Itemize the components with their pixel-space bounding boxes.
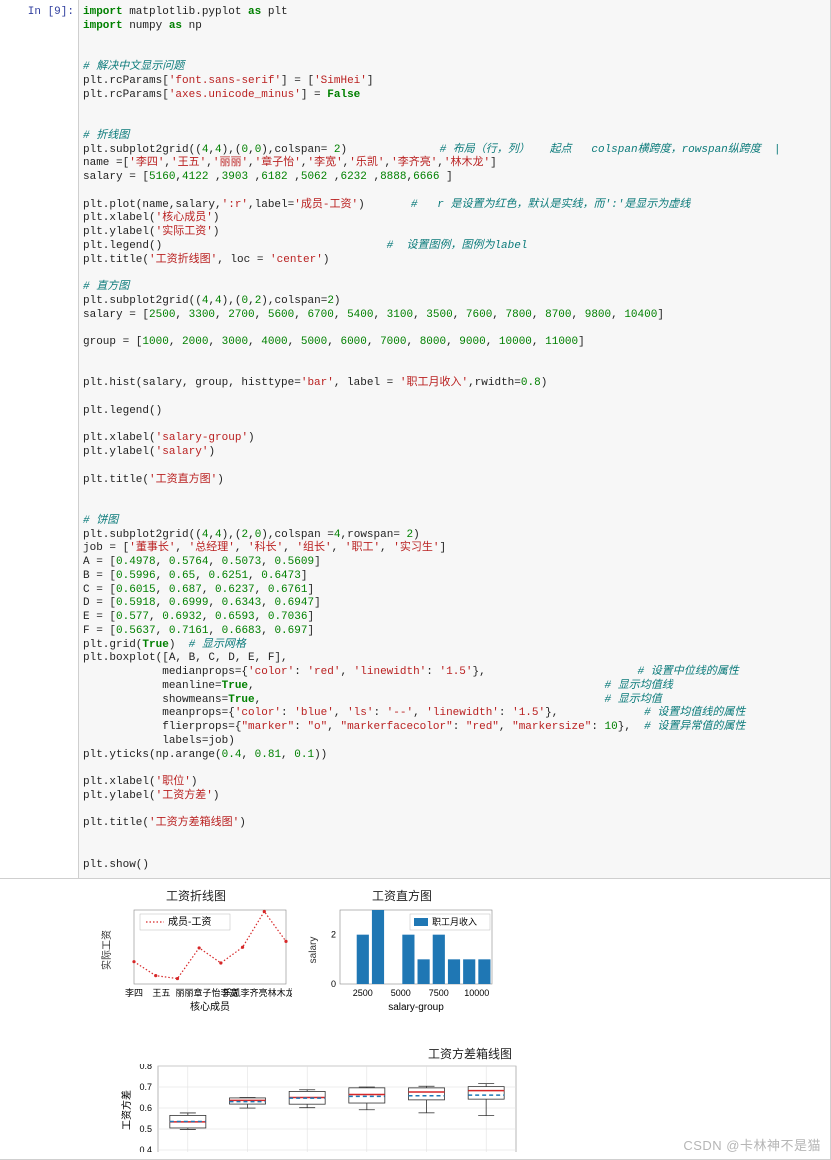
code-area[interactable]: import matplotlib.pyplot as plt import n… (78, 0, 830, 878)
histogram-chart: 工资直方图 salary 0 2 职工月收入 2500 5000 7500 10000 sala… (306, 887, 498, 1019)
svg-text:0.4: 0.4 (139, 1145, 152, 1152)
output-cell: 工资折线图 实际工资成员-工资李四王五丽丽章子怡李宽乐凯李齐亮林木龙核心成员 工… (0, 879, 831, 1160)
output-area: 工资折线图 实际工资成员-工资李四王五丽丽章子怡李宽乐凯李齐亮林木龙核心成员 工… (78, 879, 830, 1159)
svg-text:职工月收入: 职工月收入 (432, 916, 477, 927)
svg-text:工资方差: 工资方差 (120, 1090, 133, 1130)
code-cell: In [9]: import matplotlib.pyplot as plt … (0, 0, 831, 879)
svg-text:乐凯李齐亮林木龙: 乐凯李齐亮林木龙 (223, 987, 292, 998)
svg-text:核心成员: 核心成员 (190, 1000, 230, 1013)
svg-text:10000: 10000 (464, 988, 489, 998)
svg-text:5000: 5000 (391, 988, 411, 998)
histogram-title: 工资直方图 (306, 887, 498, 904)
svg-text:7500: 7500 (429, 988, 449, 998)
cell-prompt: In [9]: (0, 0, 78, 878)
line-chart: 工资折线图 实际工资成员-工资李四王五丽丽章子怡李宽乐凯李齐亮林木龙核心成员 (100, 887, 292, 1019)
svg-text:0.5: 0.5 (139, 1124, 152, 1134)
output-prompt (0, 879, 78, 1159)
svg-text:salary: salary (308, 937, 319, 964)
svg-text:王五: 王五 (152, 988, 170, 998)
source-code: import matplotlib.pyplot as plt import n… (83, 6, 822, 872)
svg-text:2500: 2500 (353, 988, 373, 998)
svg-text:成员-工资: 成员-工资 (168, 916, 211, 928)
svg-text:实际工资: 实际工资 (100, 930, 113, 970)
svg-text:2: 2 (331, 930, 336, 940)
svg-text:0.7: 0.7 (139, 1082, 152, 1092)
svg-text:0.6: 0.6 (139, 1103, 152, 1113)
svg-text:李四: 李四 (125, 987, 143, 998)
line-chart-title: 工资折线图 (100, 887, 292, 904)
svg-text:salary-group: salary-group (388, 1002, 444, 1013)
svg-text:0: 0 (331, 979, 336, 989)
boxplot-title: 工资方差箱线图 (118, 1045, 822, 1062)
watermark: CSDN @卡林神不是猫 (683, 1135, 821, 1154)
prompt-label: In [9]: (28, 6, 74, 18)
svg-text:0.8: 0.8 (139, 1064, 152, 1071)
